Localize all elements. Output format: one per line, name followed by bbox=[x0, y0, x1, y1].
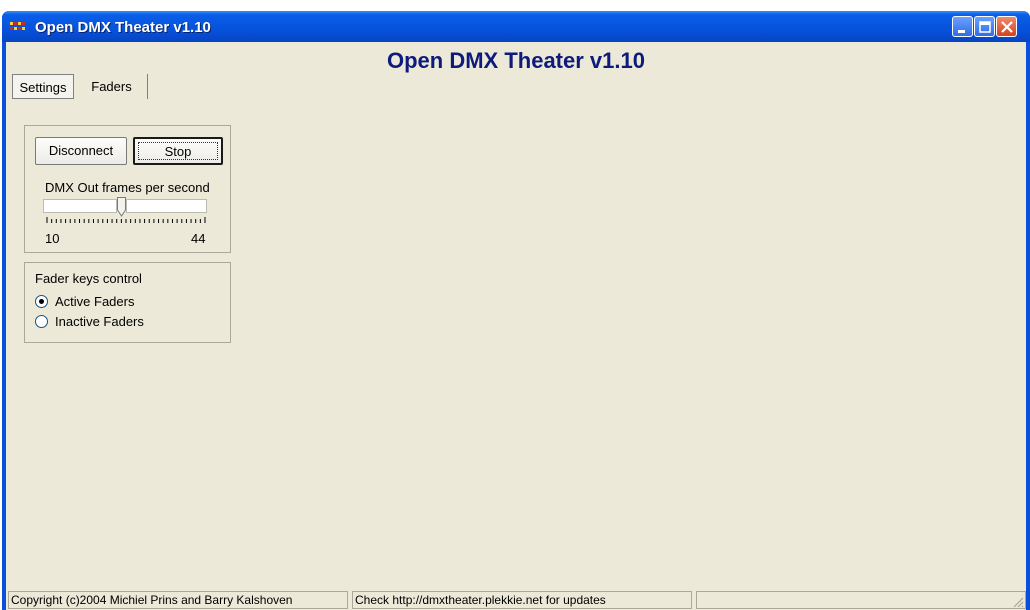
close-icon bbox=[1001, 21, 1013, 33]
minimize-button[interactable] bbox=[952, 16, 973, 37]
slider-track-right bbox=[126, 199, 207, 213]
app-heading: Open DMX Theater v1.10 bbox=[387, 48, 645, 73]
app-icon bbox=[10, 22, 25, 30]
client-area: Open DMX Theater v1.10 Settings Faders D… bbox=[6, 42, 1026, 610]
tab-settings[interactable]: Settings bbox=[12, 74, 74, 99]
slider-track-left bbox=[43, 199, 117, 213]
radio-dot bbox=[39, 299, 44, 304]
connection-group: Disconnect Stop DMX Out frames per secon… bbox=[24, 125, 231, 253]
title-bar[interactable]: Open DMX Theater v1.10 bbox=[2, 11, 1030, 42]
focus-rect bbox=[138, 142, 218, 160]
tab-faders[interactable]: Faders bbox=[76, 74, 148, 99]
resize-grip-icon[interactable] bbox=[1012, 596, 1024, 608]
fps-min-label: 10 bbox=[45, 231, 60, 246]
stop-button[interactable]: Stop bbox=[133, 137, 223, 165]
app-window: Open DMX Theater v1.10 Open DMX Theater … bbox=[2, 11, 1030, 610]
radio-label: Inactive Faders bbox=[55, 314, 144, 329]
status-bar: Copyright (c)2004 Michiel Prins and Barr… bbox=[6, 590, 1026, 610]
disconnect-button[interactable]: Disconnect bbox=[35, 137, 127, 165]
radio-button[interactable] bbox=[35, 295, 48, 308]
status-copyright: Copyright (c)2004 Michiel Prins and Barr… bbox=[8, 591, 348, 609]
fps-max-label: 44 bbox=[191, 231, 206, 246]
window-title: Open DMX Theater v1.10 bbox=[35, 19, 211, 36]
status-update: Check http://dmxtheater.plekkie.net for … bbox=[352, 591, 692, 609]
fader-keys-group: Fader keys control Active Faders Inactiv… bbox=[24, 262, 231, 343]
status-panel-3 bbox=[696, 591, 1026, 609]
fader-keys-title: Fader keys control bbox=[35, 271, 142, 286]
fps-slider[interactable] bbox=[43, 197, 207, 217]
minimize-icon bbox=[958, 30, 965, 33]
radio-button[interactable] bbox=[35, 315, 48, 328]
slider-thumb[interactable] bbox=[117, 197, 126, 217]
slider-ticks bbox=[46, 217, 206, 223]
maximize-icon bbox=[979, 21, 991, 33]
maximize-button[interactable] bbox=[974, 16, 995, 37]
close-button[interactable] bbox=[996, 16, 1017, 37]
fps-label: DMX Out frames per second bbox=[45, 180, 210, 195]
radio-label: Active Faders bbox=[55, 294, 135, 309]
